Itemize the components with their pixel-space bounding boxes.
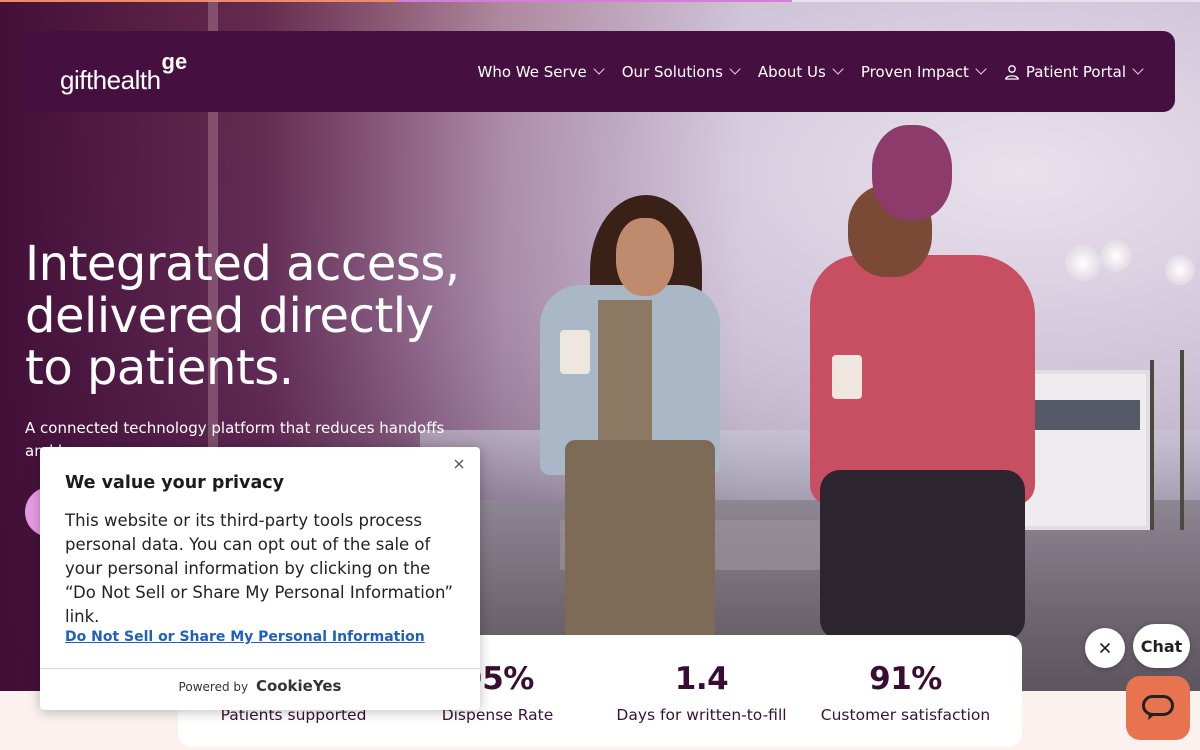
- user-icon: [1004, 64, 1019, 80]
- stat-value: 91%: [869, 661, 942, 697]
- lamp-light: [1100, 240, 1132, 272]
- palm-tree: [1150, 360, 1154, 530]
- close-icon[interactable]: [452, 457, 466, 471]
- cookie-title: We value your privacy: [65, 473, 285, 493]
- chat-label-bubble[interactable]: Chat: [1133, 624, 1190, 668]
- person-right-hair: [872, 125, 952, 220]
- logo-text: gifthealth: [60, 65, 161, 95]
- hero-headline: Integrated access, delivered directly to…: [25, 236, 460, 396]
- nav-items: Who We Serve Our Solutions About Us Prov…: [477, 31, 1144, 112]
- stat-label: Days for written-to-fill: [616, 706, 787, 724]
- lamp-light: [1165, 255, 1195, 285]
- close-icon: [1099, 642, 1111, 654]
- nav-item-patient-portal[interactable]: Patient Portal: [1004, 62, 1144, 81]
- coffee-cup: [560, 330, 590, 374]
- nav-item-label: Our Solutions: [621, 62, 723, 81]
- nav-item-label: Proven Impact: [860, 62, 969, 81]
- person-left-pants: [565, 440, 715, 640]
- chat-bubble-icon: [1142, 695, 1174, 720]
- top-accent-line: [0, 0, 1200, 2]
- nav-item-about-us[interactable]: About Us: [757, 62, 844, 81]
- cookie-body: This website or its third-party tools pr…: [65, 511, 454, 626]
- coffee-cup: [832, 355, 862, 399]
- stat-label: Customer satisfaction: [820, 706, 991, 724]
- cookie-banner: We value your privacy This website or it…: [40, 447, 480, 710]
- chevron-down-icon: [832, 63, 844, 75]
- do-not-sell-link[interactable]: Do Not Sell or Share My Personal Informa…: [65, 629, 425, 645]
- nav-item-label: Patient Portal: [1025, 62, 1126, 81]
- stat-days-written-to-fill: 1.4 Days for written-to-fill: [596, 635, 807, 724]
- logo-mark: ge: [161, 49, 188, 74]
- person-left-face: [616, 218, 674, 296]
- cookie-divider: [40, 668, 480, 669]
- powered-by-text: Powered by: [178, 680, 249, 694]
- person-right-pants: [820, 470, 1025, 640]
- chat-close-button[interactable]: [1085, 628, 1125, 668]
- chevron-down-icon: [729, 63, 741, 75]
- chevron-down-icon: [975, 63, 987, 75]
- nav-item-label: Who We Serve: [477, 62, 587, 81]
- palm-tree: [1180, 350, 1184, 530]
- main-nav: gifthealth ge Who We Serve Our Solutions…: [25, 31, 1175, 112]
- nav-item-label: About Us: [757, 62, 826, 81]
- chat-label: Chat: [1140, 636, 1183, 656]
- stat-value: 1.4: [674, 661, 729, 697]
- nav-item-who-we-serve[interactable]: Who We Serve: [477, 62, 605, 81]
- cookieyes-logo: CookieYes: [255, 677, 342, 695]
- chat-open-button[interactable]: [1126, 676, 1190, 740]
- lamp-light: [1065, 245, 1101, 281]
- cookie-powered-by: Powered by CookieYes: [40, 677, 480, 695]
- gifthealth-logo[interactable]: gifthealth ge: [60, 49, 188, 95]
- chevron-down-icon: [593, 63, 605, 75]
- stat-customer-satisfaction: 91% Customer satisfaction: [800, 635, 1011, 724]
- nav-item-our-solutions[interactable]: Our Solutions: [621, 62, 741, 81]
- chevron-down-icon: [1132, 63, 1144, 75]
- nav-item-proven-impact[interactable]: Proven Impact: [860, 62, 987, 81]
